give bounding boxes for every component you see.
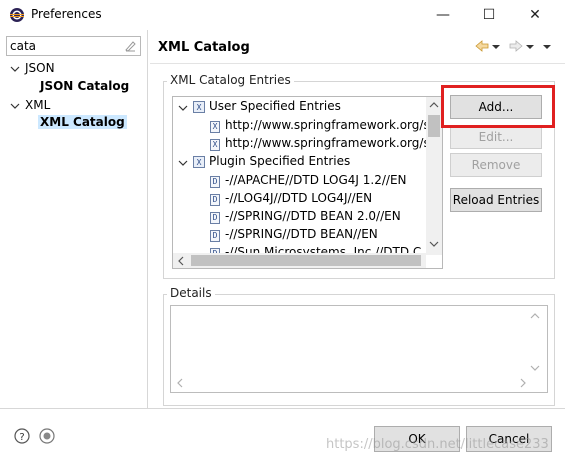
- plugin-entry-item[interactable]: -//SPRING//DTD BEAN//EN: [225, 227, 378, 245]
- catalog-entries-tree[interactable]: X User Specified Entries X http://www.sp…: [172, 96, 443, 269]
- horizontal-scroll-thumb[interactable]: [191, 255, 421, 266]
- preference-tree-panel: JSON JSON Catalog XML XML Catalog: [0, 30, 148, 408]
- catalog-folder-icon: X: [193, 156, 205, 168]
- reload-entries-button[interactable]: Reload Entries: [450, 188, 542, 212]
- xml-entry-icon: X: [210, 139, 220, 151]
- plugin-entry-item[interactable]: -//APACHE//DTD LOG4J 1.2//EN: [225, 173, 407, 191]
- details-text-area[interactable]: [170, 305, 548, 393]
- details-label: Details: [167, 286, 215, 300]
- dtd-entry-icon: D: [210, 194, 220, 206]
- details-scroll-down-icon[interactable]: [530, 363, 540, 373]
- add-button-highlight: [441, 85, 555, 128]
- user-entry-item[interactable]: http://www.springframework.org/s: [225, 136, 430, 154]
- forward-arrow-icon: [509, 40, 523, 52]
- minimize-button[interactable]: —: [420, 0, 466, 30]
- maximize-button[interactable]: ☐: [466, 0, 512, 30]
- scroll-left-icon[interactable]: [176, 256, 186, 266]
- catalog-entries-label: XML Catalog Entries: [167, 73, 294, 87]
- close-icon: ✕: [529, 7, 541, 23]
- details-scroll-left-icon[interactable]: [175, 378, 185, 388]
- tree-item-json[interactable]: JSON: [25, 61, 55, 75]
- plugin-entries-header[interactable]: Plugin Specified Entries: [209, 154, 350, 172]
- view-menu-chevron-icon: [543, 45, 551, 49]
- vertical-scroll-thumb[interactable]: [428, 115, 440, 137]
- details-scroll-right-icon[interactable]: [518, 378, 528, 388]
- edit-button[interactable]: Edit...: [450, 125, 542, 149]
- svg-text:X: X: [197, 103, 202, 112]
- tree-item-xml-catalog[interactable]: XML Catalog: [38, 115, 127, 129]
- back-menu-chevron-icon: [492, 45, 500, 49]
- maximize-icon: ☐: [482, 7, 496, 23]
- footer-divider: [0, 408, 565, 409]
- chevron-down-icon[interactable]: [10, 64, 20, 74]
- details-scroll-up-icon[interactable]: [530, 311, 540, 321]
- svg-text:?: ?: [19, 432, 24, 443]
- chevron-down-icon[interactable]: [178, 103, 188, 113]
- ok-button[interactable]: OK: [374, 426, 460, 452]
- clear-filter-icon[interactable]: [123, 39, 137, 53]
- tree-item-json-catalog[interactable]: JSON Catalog: [40, 79, 129, 93]
- title-bar: Preferences — ☐ ✕: [0, 0, 565, 30]
- eclipse-app-icon: [10, 8, 24, 22]
- cancel-button[interactable]: Cancel: [466, 426, 552, 452]
- chevron-down-icon[interactable]: [178, 158, 188, 168]
- scroll-down-icon[interactable]: [429, 239, 439, 249]
- dtd-entry-icon: D: [210, 230, 220, 242]
- xml-entry-icon: X: [210, 121, 220, 133]
- header-divider: [150, 63, 565, 64]
- close-button[interactable]: ✕: [512, 0, 558, 30]
- dtd-entry-icon: D: [210, 176, 220, 188]
- minimize-icon: —: [436, 7, 450, 23]
- catalog-folder-icon: X: [193, 101, 205, 113]
- tree-item-xml[interactable]: XML: [25, 98, 50, 112]
- window-title: Preferences: [31, 7, 102, 21]
- navigation-arrows: [475, 40, 551, 52]
- plugin-entry-item[interactable]: -//SPRING//DTD BEAN 2.0//EN: [225, 209, 401, 227]
- filter-input[interactable]: [10, 38, 120, 54]
- scroll-up-icon[interactable]: [429, 100, 439, 110]
- forward-menu-chevron-icon: [526, 45, 534, 49]
- page-title: XML Catalog: [158, 40, 250, 55]
- back-arrow-icon: [475, 40, 489, 52]
- help-icon[interactable]: ?: [14, 428, 30, 444]
- user-entries-header[interactable]: User Specified Entries: [209, 99, 341, 117]
- filter-field[interactable]: [6, 36, 141, 56]
- svg-text:X: X: [197, 158, 202, 167]
- chevron-down-icon[interactable]: [10, 101, 20, 111]
- import-export-icon[interactable]: [39, 428, 55, 444]
- dtd-entry-icon: D: [210, 212, 220, 224]
- user-entry-item[interactable]: http://www.springframework.org/s: [225, 118, 430, 136]
- plugin-entry-item[interactable]: -//LOG4J//DTD LOG4J//EN: [225, 191, 372, 209]
- remove-button[interactable]: Remove: [450, 153, 542, 177]
